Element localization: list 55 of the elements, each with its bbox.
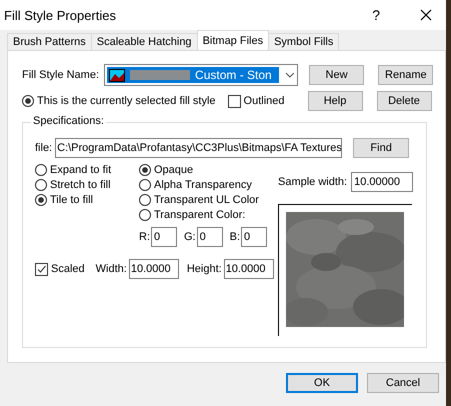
cancel-button[interactable]: Cancel: [367, 373, 439, 393]
fill-style-value: Custom - Ston: [195, 68, 272, 82]
radio-button[interactable]: [22, 95, 34, 107]
transparency-option-label: Transparent Color:: [154, 209, 246, 221]
transparency-option-label: Opaque: [154, 164, 194, 176]
scaled-label: Scaled: [51, 263, 85, 275]
outlined-checkbox[interactable]: [228, 94, 241, 108]
delete-button[interactable]: Delete: [376, 91, 432, 111]
new-button[interactable]: New: [309, 65, 364, 85]
caret-icon: [285, 72, 296, 78]
file-path-field[interactable]: C:\ProgramData\Profantasy\CC3Plus\Bitmaps\FA Textures: [55, 138, 342, 158]
radio-button[interactable]: [139, 164, 151, 176]
color-channel-label: B:: [230, 231, 240, 243]
radio-button[interactable]: [139, 194, 151, 206]
group-label: Specifications:: [31, 115, 106, 127]
transparency-option-label: Alpha Transparency: [154, 179, 252, 191]
rename-button[interactable]: Rename: [378, 65, 434, 85]
scaled-checkbox[interactable]: [35, 262, 48, 276]
file-label: file:: [35, 142, 52, 154]
fit-option-label: Stretch to fill: [50, 179, 111, 191]
radio-button[interactable]: [35, 164, 47, 176]
find-button[interactable]: Find: [353, 138, 410, 158]
color-channel-label: G:: [184, 231, 196, 243]
tab[interactable]: Symbol Fills: [268, 33, 340, 50]
help-button[interactable]: Help: [308, 91, 362, 111]
color-channel-field[interactable]: 0: [196, 227, 223, 247]
color-channel-field[interactable]: 0: [151, 227, 177, 247]
width-label: Width:: [96, 263, 127, 275]
blurred-bar: [130, 70, 190, 80]
color-channel-label: R:: [139, 231, 150, 243]
radio-button[interactable]: [139, 209, 151, 221]
sample-width-label: Sample width:: [278, 176, 348, 188]
help-button[interactable]: ?: [372, 7, 380, 23]
height-label: Height:: [186, 263, 222, 275]
window-title: Fill Style Properties: [4, 8, 117, 22]
fill-style-name-label: Fill Style Name:: [22, 69, 100, 81]
fit-option-label: Expand to fit: [50, 164, 112, 176]
close-icon[interactable]: [420, 9, 432, 21]
sample-width-field[interactable]: 10.00000: [351, 172, 414, 192]
transparency-option-label: Transparent UL Color: [154, 194, 259, 206]
radio-button[interactable]: [139, 179, 151, 191]
tab[interactable]: Bitmap Files: [196, 30, 270, 50]
tab[interactable]: Brush Patterns: [7, 33, 92, 50]
image-icon: [109, 68, 126, 82]
height-field[interactable]: 10.0000: [224, 259, 274, 279]
tab[interactable]: Scaleable Hatching: [90, 33, 198, 50]
color-channel-field[interactable]: 0: [241, 227, 268, 247]
width-field[interactable]: 10.0000: [128, 259, 179, 279]
outlined-label: Outlined: [244, 95, 284, 107]
radio-button[interactable]: [35, 194, 47, 206]
fill-style-dropdown[interactable]: Custom - Ston: [104, 64, 298, 86]
radio-button[interactable]: [35, 179, 47, 191]
ok-button[interactable]: OK: [286, 373, 358, 393]
fit-option-label: Tile to fill: [50, 194, 93, 206]
current-style-label: This is the currently selected fill style: [37, 95, 216, 107]
